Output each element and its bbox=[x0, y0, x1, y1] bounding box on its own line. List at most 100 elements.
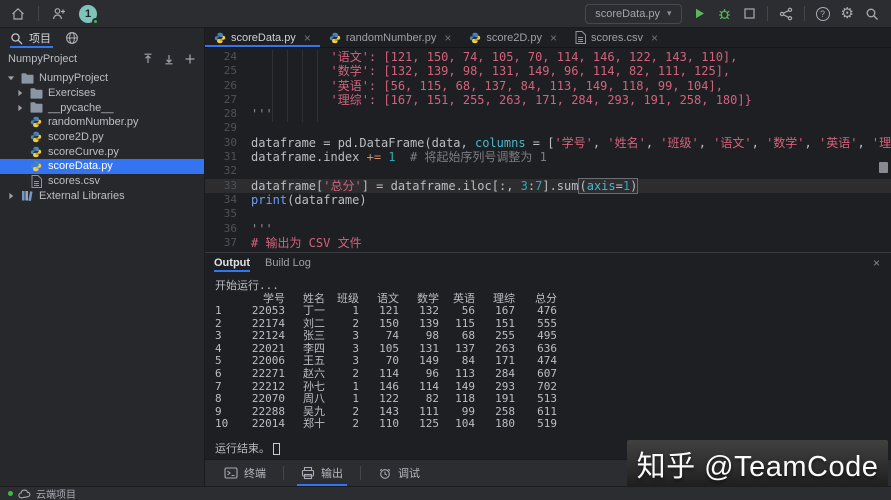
debug-button[interactable] bbox=[717, 6, 732, 21]
tool-window-button-终端[interactable]: 终端 bbox=[215, 460, 275, 486]
tab-project[interactable]: 项目 bbox=[10, 28, 53, 48]
stop-button[interactable] bbox=[743, 7, 756, 20]
project-name: NumpyProject bbox=[8, 53, 78, 65]
close-icon[interactable]: × bbox=[651, 31, 658, 45]
line-number[interactable]: 25 bbox=[205, 64, 251, 78]
tool-tab-label: 项目 bbox=[29, 33, 51, 45]
add-icon[interactable] bbox=[184, 53, 196, 65]
editor-tab-scoredata-py[interactable]: scoreData.py × bbox=[205, 28, 320, 47]
table-cell: 255 bbox=[495, 329, 515, 343]
tree-item-label: randomNumber.py bbox=[48, 116, 139, 129]
editor-tab-scores-csv[interactable]: scores.csv × bbox=[566, 28, 667, 47]
output-table: 学号 姓名 班级 语文 数学 英语 理综 总分 1 22053 丁一 1 121 132 56 167 476 2… bbox=[215, 292, 557, 432]
help-icon[interactable]: ? bbox=[815, 6, 830, 21]
settings-gear-icon[interactable]: ⚙ bbox=[841, 6, 854, 21]
line-number[interactable]: 31 bbox=[205, 150, 251, 164]
chevron-down-icon[interactable] bbox=[6, 74, 15, 82]
avatar[interactable]: 1 bbox=[79, 4, 99, 25]
tree-item-external-libraries[interactable]: External Libraries bbox=[0, 189, 204, 204]
code-text: '英语': [56, 115, 68, 137, 84, 113, 149, 1… bbox=[251, 78, 723, 93]
close-icon[interactable]: × bbox=[550, 31, 557, 45]
tree-item-label: External Libraries bbox=[39, 189, 125, 202]
run-console[interactable]: 开始运行... 学号 姓名 班级 语文 数学 英语 理综 总分 1 22053 丁一 1 121 132 5… bbox=[205, 272, 891, 456]
toolbar-left-group: 1 bbox=[0, 4, 99, 25]
toolbar-divider bbox=[766, 6, 768, 21]
tree-item-exercises[interactable]: Exercises bbox=[0, 86, 204, 101]
table-cell: 122 bbox=[379, 392, 399, 406]
tree-item-label: scores.csv bbox=[48, 175, 100, 188]
table-cell: 张三 bbox=[303, 329, 325, 343]
tree-item-pycache[interactable]: __pycache__ bbox=[0, 100, 204, 115]
run-button[interactable] bbox=[693, 7, 706, 20]
editor-tab-score2d-py[interactable]: score2D.py × bbox=[460, 28, 566, 47]
connection-status-dot bbox=[8, 491, 13, 496]
console-end-text: 运行结束。 bbox=[215, 442, 270, 456]
tree-item-label: Exercises bbox=[48, 87, 96, 100]
chevron-right-icon[interactable] bbox=[6, 192, 15, 200]
globe-icon[interactable] bbox=[65, 31, 79, 45]
table-cell: 丁一 bbox=[303, 304, 325, 318]
editor-tab-randomnumber-py[interactable]: randomNumber.py × bbox=[320, 28, 461, 47]
tree-item-score2d-py[interactable]: score2D.py bbox=[0, 130, 204, 145]
tree-item-numpyproject[interactable]: NumpyProject bbox=[0, 71, 204, 86]
output-panel: Output Build Log × 开始运行... 学号 姓名 班级 语文 数学 英语 理综总… bbox=[205, 252, 891, 459]
chevron-right-icon[interactable] bbox=[15, 89, 24, 97]
status-bar: 云端项目 bbox=[0, 486, 891, 500]
table-cell: 6 bbox=[215, 367, 222, 381]
table-cell: 284 bbox=[495, 367, 515, 381]
tree-item-randomnumber-py[interactable]: randomNumber.py bbox=[0, 115, 204, 130]
output-tab-build-log[interactable]: Build Log bbox=[265, 253, 311, 272]
line-number[interactable]: 37 bbox=[205, 236, 251, 250]
share-icon[interactable] bbox=[779, 7, 793, 21]
main-area: scoreData.py × randomNumber.py × score2D.py ×… bbox=[205, 28, 891, 486]
table-cell: 2 bbox=[352, 417, 359, 431]
line-number[interactable]: 34 bbox=[205, 193, 251, 207]
code-line: 34 print(dataframe) bbox=[205, 193, 891, 207]
line-number[interactable]: 32 bbox=[205, 164, 251, 178]
line-number[interactable]: 30 bbox=[205, 136, 251, 150]
close-icon[interactable]: × bbox=[444, 31, 451, 45]
download-icon[interactable] bbox=[163, 53, 175, 65]
table-cell: 132 bbox=[419, 304, 439, 318]
line-number[interactable]: 29 bbox=[205, 121, 251, 135]
avatar-badge: 1 bbox=[84, 7, 92, 20]
output-tab-output[interactable]: Output bbox=[214, 253, 250, 272]
tool-window-button-输出[interactable]: 输出 bbox=[292, 460, 352, 486]
indent-guide bbox=[317, 50, 318, 122]
line-number[interactable]: 26 bbox=[205, 79, 251, 93]
close-icon[interactable]: × bbox=[304, 31, 311, 45]
table-cell: 周八 bbox=[303, 392, 325, 406]
line-number[interactable]: 28 bbox=[205, 107, 251, 121]
code-text: ''' bbox=[251, 107, 273, 122]
run-config-selector[interactable]: scoreData.py ▾ bbox=[585, 3, 682, 24]
python-icon bbox=[29, 160, 43, 172]
table-cell: 3 bbox=[215, 329, 222, 343]
tree-item-scores-csv[interactable]: scores.csv bbox=[0, 174, 204, 189]
home-icon[interactable] bbox=[10, 6, 26, 22]
table-cell: 96 bbox=[425, 367, 439, 381]
line-number[interactable]: 27 bbox=[205, 93, 251, 107]
cloud-project-label[interactable]: 云端项目 bbox=[36, 486, 76, 500]
line-number[interactable]: 33 bbox=[205, 179, 251, 193]
line-number[interactable]: 24 bbox=[205, 50, 251, 64]
tree-item-scoredata-py[interactable]: scoreData.py bbox=[0, 159, 204, 174]
tool-window-button-调试[interactable]: 调试 bbox=[369, 460, 429, 486]
add-user-icon[interactable] bbox=[51, 6, 67, 22]
chevron-right-icon[interactable] bbox=[15, 104, 24, 112]
line-number[interactable]: 35 bbox=[205, 207, 251, 221]
folder-icon bbox=[29, 102, 43, 113]
close-icon[interactable]: × bbox=[873, 256, 880, 270]
toolbar-divider bbox=[360, 466, 361, 480]
tab-label: randomNumber.py bbox=[345, 31, 437, 44]
tree-item-scorecurve-py[interactable]: scoreCurve.py bbox=[0, 144, 204, 159]
editor-scrollbar-thumb[interactable] bbox=[879, 162, 888, 173]
table-row: 6 22271 赵六 2 114 96 113 284 607 bbox=[215, 367, 557, 381]
main-toolbar: 1 scoreData.py ▾ ? ⚙ bbox=[0, 0, 891, 28]
online-status-dot bbox=[92, 17, 99, 25]
cloud-icon bbox=[18, 489, 31, 499]
upload-icon[interactable] bbox=[142, 53, 154, 65]
line-number[interactable]: 36 bbox=[205, 222, 251, 236]
table-cell: 167 bbox=[495, 304, 515, 318]
search-icon[interactable] bbox=[865, 7, 879, 21]
code-editor[interactable]: 24 '语文': [121, 150, 74, 105, 70, 114, 14… bbox=[205, 48, 891, 252]
